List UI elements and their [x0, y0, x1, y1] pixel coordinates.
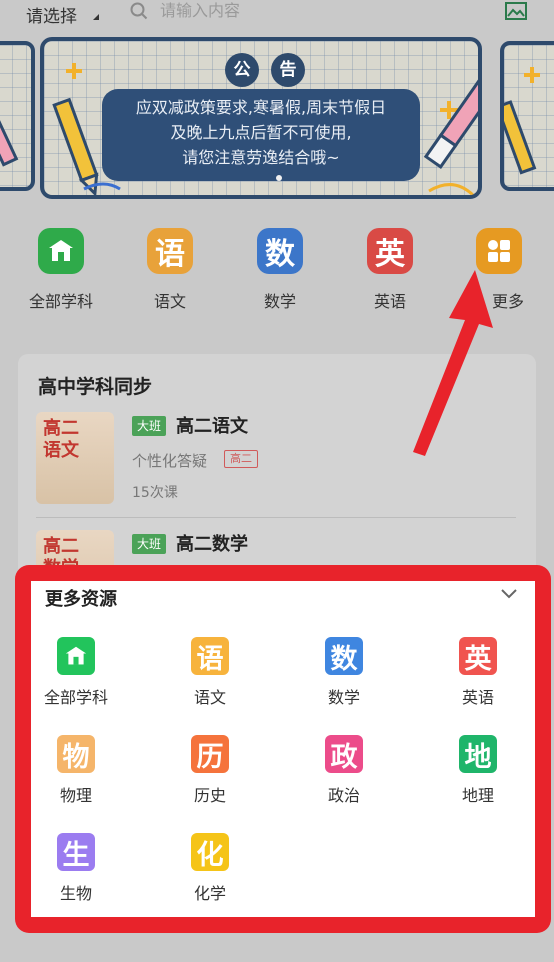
- image-icon[interactable]: [505, 2, 527, 20]
- banner-next-slide[interactable]: [500, 41, 554, 191]
- geography-icon: 地: [459, 735, 497, 773]
- notice-banner[interactable]: 公 告 应双减政策要求,寒暑假,周末节假日 及晚上九点后暂不可使用, 请您注意劳…: [40, 37, 482, 199]
- resource-label: 地理: [461, 786, 494, 805]
- notice-title: 公 告: [225, 53, 305, 87]
- pencil-icon: [0, 84, 19, 167]
- course-lesson-count: 15次课: [132, 485, 178, 501]
- shortcut-chinese[interactable]: 语 语文: [120, 228, 220, 312]
- notice-text-box: 应双减政策要求,寒暑假,周末节假日 及晚上九点后暂不可使用, 请您注意劳逸结合哦…: [102, 89, 420, 181]
- notice-title-char: 告: [271, 53, 305, 87]
- resource-math[interactable]: 数 数学: [289, 637, 399, 708]
- course-subtitle: 个性化答疑: [132, 452, 208, 470]
- shortcut-math[interactable]: 数 数学: [230, 228, 330, 312]
- math-icon: 数: [325, 637, 363, 675]
- notice-line: 应双减政策要求,寒暑假,周末节假日: [135, 98, 387, 117]
- course-cover: 高二 语文: [36, 412, 114, 504]
- course-name: 高二语文: [176, 416, 248, 437]
- resource-label: 历史: [193, 786, 226, 805]
- page: 请选择 请输入内容 公 告 应双减政策要求,寒暑假,周末节假日 及晚上九点后暂不…: [0, 0, 554, 962]
- shortcut-label: 全部学科: [28, 292, 93, 311]
- resource-politics[interactable]: 政 政治: [289, 735, 399, 806]
- row-divider: [36, 517, 516, 518]
- chevron-down-icon[interactable]: [499, 587, 519, 601]
- resource-all-subjects[interactable]: 全部学科: [21, 637, 131, 708]
- politics-icon: 政: [325, 735, 363, 773]
- subject-select[interactable]: 请选择: [26, 2, 77, 27]
- shortcut-label: 数学: [263, 292, 296, 311]
- search-icon: [130, 2, 148, 20]
- notice-title-char: 公: [225, 53, 259, 87]
- biology-icon: 生: [57, 833, 95, 871]
- section-title: 高中学科同步: [38, 376, 153, 398]
- resource-history[interactable]: 历 历史: [155, 735, 265, 806]
- resource-label: 全部学科: [43, 688, 108, 707]
- school-icon: [38, 228, 84, 274]
- carousel-indicator-dot: [276, 175, 282, 181]
- english-icon: 英: [459, 637, 497, 675]
- math-icon: 数: [257, 228, 303, 274]
- resource-biology[interactable]: 生 生物: [21, 833, 131, 904]
- resource-label: 生物: [59, 884, 92, 903]
- class-type-tag: 大班: [132, 534, 167, 554]
- chinese-icon: 语: [147, 228, 193, 274]
- resource-label: 数学: [327, 688, 360, 707]
- cover-title: 高二 语文: [43, 418, 79, 461]
- annotation-arrow-icon: [413, 270, 493, 456]
- resource-physics[interactable]: 物 物理: [21, 735, 131, 806]
- resource-label: 物理: [59, 786, 92, 805]
- search-input[interactable]: [160, 1, 440, 20]
- notice-line: 及晚上九点后暂不可使用,: [170, 123, 352, 142]
- school-icon: [57, 637, 95, 675]
- resource-english[interactable]: 英 英语: [423, 637, 533, 708]
- notice-line: 请您注意劳逸结合哦~: [182, 148, 340, 167]
- top-bar: 请选择: [0, 0, 554, 30]
- more-resources-sheet: 更多资源 全部学科 语 语文 数 数学 英 英语 物 物理 历 历史 政 政治 …: [31, 581, 535, 917]
- resource-chinese[interactable]: 语 语文: [155, 637, 265, 708]
- shortcut-label: 语文: [153, 292, 186, 311]
- resource-label: 政治: [327, 786, 360, 805]
- resource-label: 语文: [193, 688, 226, 707]
- pencil-icon: [504, 67, 540, 175]
- chinese-icon: 语: [191, 637, 229, 675]
- class-type-tag: 大班: [132, 416, 167, 436]
- history-icon: 历: [191, 735, 229, 773]
- resource-chemistry[interactable]: 化 化学: [155, 833, 265, 904]
- course-name: 高二数学: [176, 534, 248, 555]
- sheet-title: 更多资源: [45, 589, 117, 610]
- physics-icon: 物: [57, 735, 95, 773]
- shortcut-all-subjects[interactable]: 全部学科: [11, 228, 111, 312]
- resource-label: 化学: [193, 884, 226, 903]
- dropdown-caret-icon[interactable]: [93, 14, 99, 20]
- resource-label: 英语: [461, 688, 494, 707]
- grade-badge: 高二: [224, 450, 258, 468]
- resource-geography[interactable]: 地 地理: [423, 735, 533, 806]
- banner-prev-slide[interactable]: [0, 41, 35, 191]
- chemistry-icon: 化: [191, 833, 229, 871]
